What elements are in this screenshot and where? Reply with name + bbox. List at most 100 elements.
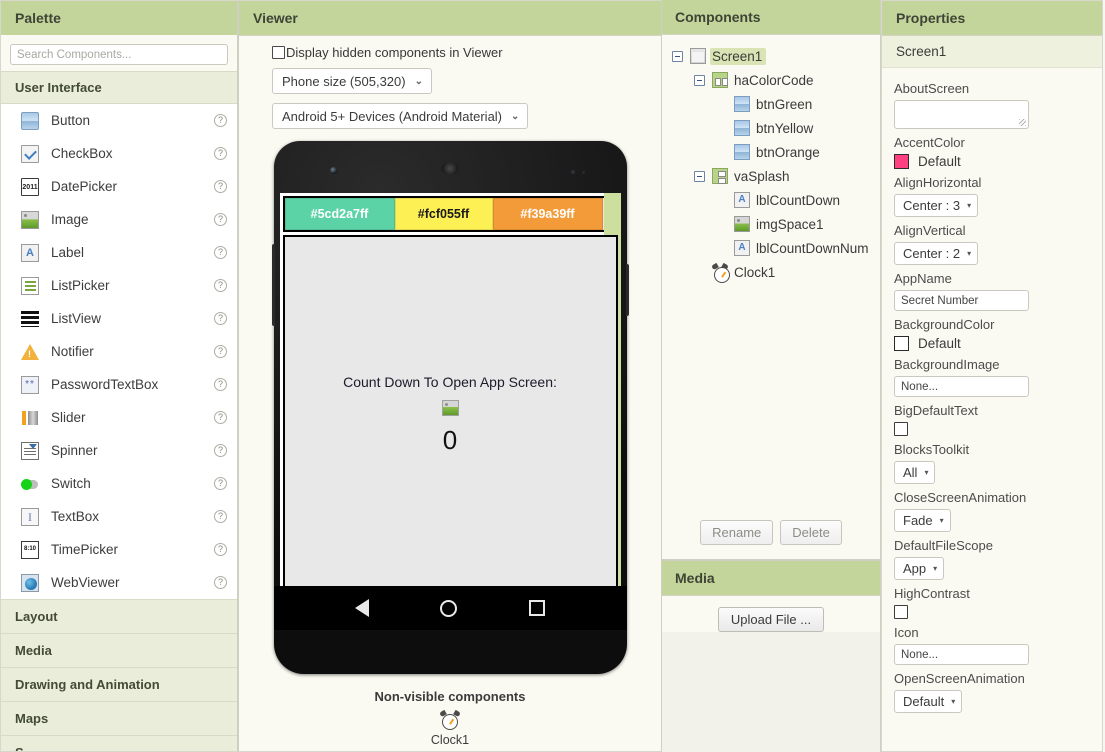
nonvisible-component-clock1[interactable]: Clock1 xyxy=(430,709,470,747)
help-icon[interactable]: ? xyxy=(214,246,227,259)
palette-section-maps[interactable]: Maps xyxy=(1,702,237,736)
back-triangle-icon[interactable] xyxy=(355,599,370,617)
imgspace1-image[interactable] xyxy=(441,399,459,416)
display-hidden-components-checkbox[interactable] xyxy=(272,46,285,59)
help-icon[interactable]: ? xyxy=(214,213,227,226)
palette-item-timepicker[interactable]: TimePicker? xyxy=(1,533,237,566)
palette-item-datepicker[interactable]: 2011 DatePicker? xyxy=(1,170,237,203)
help-icon[interactable]: ? xyxy=(214,510,227,523)
screen-button-btngreen[interactable]: #5cd2a7ff xyxy=(284,198,395,230)
help-icon[interactable]: ? xyxy=(214,147,227,160)
tree-node-label: lblCountDown xyxy=(756,192,841,208)
palette-item-switch[interactable]: Switch? xyxy=(1,467,237,500)
help-icon[interactable]: ? xyxy=(214,543,227,556)
palette-item-slider[interactable]: Slider? xyxy=(1,401,237,434)
help-icon[interactable]: ? xyxy=(214,312,227,325)
property-checkbox-highcontrast[interactable] xyxy=(894,605,908,619)
property-input-icon[interactable]: None... xyxy=(894,644,1029,665)
chevron-down-icon: ⌄ xyxy=(511,110,520,122)
help-icon[interactable]: ? xyxy=(214,411,227,424)
tree-collapse-icon[interactable] xyxy=(672,50,683,62)
property-color-value: Default xyxy=(918,154,961,169)
app-inventor-designer: Palette User InterfaceButton?CheckBox?20… xyxy=(0,0,1105,752)
tree-node-btngreen[interactable]: btnGreen xyxy=(662,92,880,116)
image-icon xyxy=(21,210,39,229)
palette-item-checkbox[interactable]: CheckBox? xyxy=(1,137,237,170)
tree-node-label: btnOrange xyxy=(756,144,820,160)
property-label-icon: Icon xyxy=(894,625,919,640)
palette-section-s[interactable]: S xyxy=(1,736,237,751)
color-swatch-icon xyxy=(894,336,909,351)
palette-category-user-interface[interactable]: User Interface xyxy=(1,71,237,104)
upload-file-button[interactable]: Upload File ... xyxy=(717,607,825,632)
screen-button-btnyellow[interactable]: #fcf055ff xyxy=(394,198,493,230)
palette-item-label: Notifier xyxy=(51,344,94,359)
phone-camera-icon xyxy=(329,167,337,174)
help-icon[interactable]: ? xyxy=(214,114,227,127)
lblcountdown-label[interactable]: Count Down To Open App Screen: xyxy=(343,374,557,390)
tree-node-imgspace1[interactable]: imgSpace1 xyxy=(662,212,880,236)
tree-node-btnorange[interactable]: btnOrange xyxy=(662,140,880,164)
palette-item-webviewer[interactable]: WebViewer? xyxy=(1,566,237,599)
help-icon[interactable]: ? xyxy=(214,279,227,292)
delete-button[interactable]: Delete xyxy=(780,520,842,545)
screen1-canvas[interactable]: #5cd2a7ff #fcf055ff #f39a39ff Count Down T… xyxy=(279,193,621,594)
property-select-openscreenanimation[interactable]: Default ▾ xyxy=(894,690,963,713)
palette-section-layout[interactable]: Layout xyxy=(1,600,237,634)
display-hidden-components-row[interactable]: Display hidden components in Viewer xyxy=(239,45,503,60)
home-circle-icon[interactable] xyxy=(440,599,458,617)
tree-node-clock1[interactable]: Clock1 xyxy=(662,260,880,284)
help-icon[interactable]: ? xyxy=(214,345,227,358)
tree-node-screen1[interactable]: Screen1 xyxy=(662,44,880,68)
property-select-value: Default xyxy=(903,694,945,709)
property-select-defaultfilescope[interactable]: App ▾ xyxy=(894,557,945,580)
property-textarea-aboutscreen[interactable] xyxy=(894,100,1029,129)
tree-node-label: haColorCode xyxy=(734,72,814,88)
lblcountdownnum-label[interactable]: 0 xyxy=(443,427,457,453)
property-input-backgroundimage[interactable]: None... xyxy=(894,376,1029,397)
tree-node-vasplash[interactable]: vaSplash xyxy=(662,164,880,188)
property-select-alignvertical[interactable]: Center : 2 ▾ xyxy=(894,242,979,265)
palette-item-textbox[interactable]: TextBox? xyxy=(1,500,237,533)
viewer-body: Display hidden components in Viewer Phon… xyxy=(239,36,661,751)
property-color-accentcolor[interactable]: Default xyxy=(894,154,1090,169)
palette-item-label[interactable]: A Label? xyxy=(1,236,237,269)
property-color-backgroundcolor[interactable]: Default xyxy=(894,336,1090,351)
help-icon[interactable]: ? xyxy=(214,378,227,391)
palette-item-spinner[interactable]: Spinner? xyxy=(1,434,237,467)
palette-item-listview[interactable]: ListView? xyxy=(1,302,237,335)
palette-item-notifier[interactable]: Notifier? xyxy=(1,335,237,368)
tree-node-lblcountdown[interactable]: AlblCountDown xyxy=(662,188,880,212)
property-input-appname[interactable]: Secret Number xyxy=(894,290,1029,311)
help-icon[interactable]: ? xyxy=(214,477,227,490)
help-icon[interactable]: ? xyxy=(214,576,227,589)
property-checkbox-bigdefaulttext[interactable] xyxy=(894,422,908,436)
property-select-blockstoolkit[interactable]: All ▾ xyxy=(894,461,936,484)
device-select[interactable]: Android 5+ Devices (Android Material) ⌄ xyxy=(272,103,529,129)
tree-node-hacolorcode[interactable]: haColorCode xyxy=(662,68,880,92)
vasplash-arrangement[interactable]: Count Down To Open App Screen: 0 xyxy=(282,235,618,591)
property-select-value: All xyxy=(903,465,918,480)
property-select-closescreenanimation[interactable]: Fade ▾ xyxy=(894,509,951,532)
palette-item-passwordtextbox[interactable]: ** PasswordTextBox? xyxy=(1,368,237,401)
nonvisible-component-label: Clock1 xyxy=(430,733,470,747)
help-icon[interactable]: ? xyxy=(214,444,227,457)
property-select-alignhorizontal[interactable]: Center : 3 ▾ xyxy=(894,194,979,217)
phone-screen[interactable]: #5cd2a7ff #fcf055ff #f39a39ff Count Down T… xyxy=(279,193,621,594)
palette-item-image[interactable]: Image? xyxy=(1,203,237,236)
rename-button[interactable]: Rename xyxy=(700,520,774,545)
palette-item-button[interactable]: Button? xyxy=(1,104,237,137)
palette-item-listpicker[interactable]: ListPicker? xyxy=(1,269,237,302)
tree-node-lblcountdownnum[interactable]: AlblCountDownNum xyxy=(662,236,880,260)
hacolorcode-arrangement[interactable]: #5cd2a7ff #fcf055ff #f39a39ff xyxy=(282,196,618,232)
tree-node-btnyellow[interactable]: btnYellow xyxy=(662,116,880,140)
screen-button-btnorange[interactable]: #f39a39ff xyxy=(492,198,603,230)
recents-square-icon[interactable] xyxy=(528,600,545,616)
phone-size-select[interactable]: Phone size (505,320) ⌄ xyxy=(272,68,432,94)
tree-collapse-icon[interactable] xyxy=(694,74,705,86)
palette-section-media[interactable]: Media xyxy=(1,634,237,668)
palette-section-drawing-and-animation[interactable]: Drawing and Animation xyxy=(1,668,237,702)
tree-collapse-icon[interactable] xyxy=(694,170,705,182)
help-icon[interactable]: ? xyxy=(214,180,227,193)
search-input[interactable] xyxy=(10,44,228,65)
